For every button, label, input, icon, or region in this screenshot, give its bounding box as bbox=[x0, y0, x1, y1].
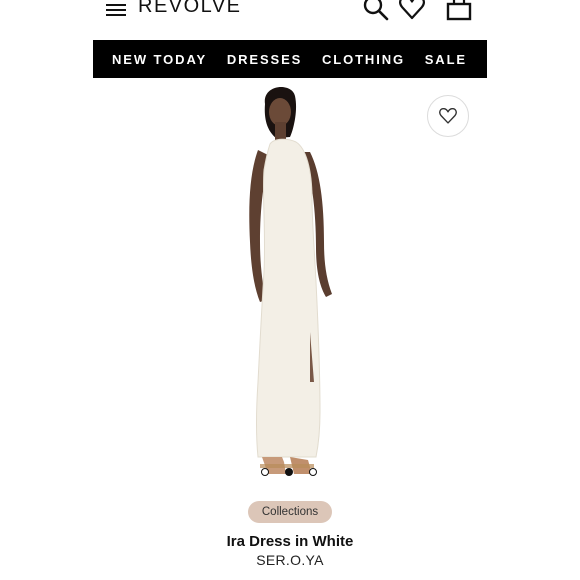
collections-tag[interactable]: Collections bbox=[248, 501, 332, 523]
bag-icon[interactable] bbox=[445, 0, 473, 22]
heart-icon[interactable] bbox=[398, 0, 426, 22]
product-brand[interactable]: SER.O.YA bbox=[0, 552, 580, 568]
menu-icon[interactable] bbox=[104, 0, 128, 18]
site-logo[interactable]: REVOLVE bbox=[138, 0, 242, 18]
product-image[interactable] bbox=[240, 82, 350, 482]
carousel-dot-2[interactable] bbox=[285, 468, 293, 476]
carousel-dot-3[interactable] bbox=[309, 468, 317, 476]
nav-sale[interactable]: SALE bbox=[425, 52, 467, 67]
product-title: Ira Dress in White bbox=[226, 533, 354, 550]
nav-new-today[interactable]: NEW TODAY bbox=[112, 52, 207, 67]
nav-dresses[interactable]: DRESSES bbox=[227, 52, 302, 67]
heart-outline-icon bbox=[439, 107, 457, 124]
image-carousel-dots bbox=[261, 468, 317, 478]
wishlist-button[interactable] bbox=[427, 95, 469, 137]
carousel-dot-1[interactable] bbox=[261, 468, 269, 476]
nav-clothing[interactable]: CLOTHING bbox=[322, 52, 405, 67]
category-nav: NEW TODAY DRESSES CLOTHING SALE bbox=[93, 40, 487, 78]
top-header: REVOLVE bbox=[0, 0, 580, 36]
search-icon[interactable] bbox=[362, 0, 390, 22]
